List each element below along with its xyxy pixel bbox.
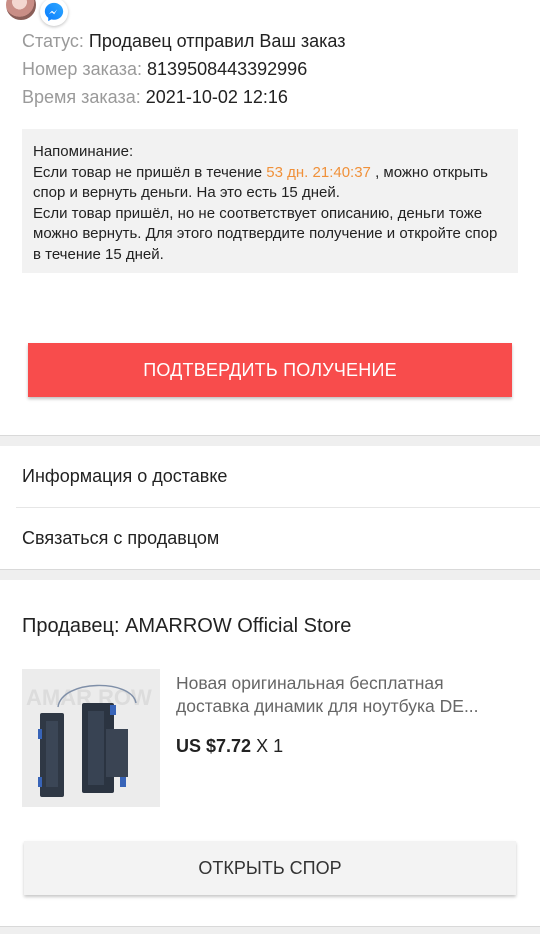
chat-head-bubble[interactable] xyxy=(0,0,68,28)
reminder-text-before: Если товар не пришёл в течение xyxy=(33,163,267,181)
product-item[interactable]: AMAR ROW Новая оригинальная бесплатная д… xyxy=(0,669,540,807)
contact-seller-item[interactable]: Связаться с продавцом xyxy=(0,508,540,569)
avatar xyxy=(4,0,38,22)
product-price: US $7.72 xyxy=(176,736,252,756)
order-info: Статус: Продавец отправил Ваш заказ Номе… xyxy=(0,0,540,111)
section-divider xyxy=(0,569,540,580)
open-dispute-button[interactable]: ОТКРЫТЬ СПОР xyxy=(24,841,516,895)
countdown-timer: 53 дн. 21:40:37 xyxy=(266,163,371,181)
price-line: US $7.72 X 1 xyxy=(176,736,506,757)
order-number-value[interactable]: 8139508443392996 xyxy=(147,59,307,79)
status-value: Продавец отправил Ваш заказ xyxy=(88,31,346,51)
confirm-receipt-button[interactable]: ПОДТВЕРДИТЬ ПОЛУЧЕНИЕ xyxy=(28,343,512,397)
order-time-row: Время заказа: 2021-10-02 12:16 xyxy=(22,83,518,111)
product-image[interactable]: AMAR ROW xyxy=(22,669,160,807)
reminder-box: Напоминание: Если товар не пришёл в тече… xyxy=(22,129,518,273)
order-status-row: Статус: Продавец отправил Ваш заказ xyxy=(22,27,518,55)
status-label: Статус: xyxy=(22,31,84,51)
order-number-label: Номер заказа: xyxy=(22,59,143,79)
seller-name[interactable]: Продавец: AMARROW Official Store xyxy=(0,580,540,664)
reminder-text-2: Если товар пришёл, но не соответствует о… xyxy=(33,204,498,263)
delivery-info-item[interactable]: Информация о доставке xyxy=(0,446,540,507)
section-divider xyxy=(0,435,540,446)
order-time-value: 2021-10-02 12:16 xyxy=(145,87,288,107)
order-time-label: Время заказа: xyxy=(22,87,141,107)
reminder-text-1: Если товар не пришёл в течение 53 дн. 21… xyxy=(33,163,507,204)
messenger-icon xyxy=(40,0,68,26)
product-quantity: X 1 xyxy=(251,736,284,756)
order-number-row: Номер заказа: 8139508443392996 xyxy=(22,55,518,83)
reminder-title: Напоминание: xyxy=(33,143,134,160)
product-title[interactable]: Новая оригинальная бесплатная доставка д… xyxy=(176,672,506,718)
section-divider xyxy=(0,926,540,934)
